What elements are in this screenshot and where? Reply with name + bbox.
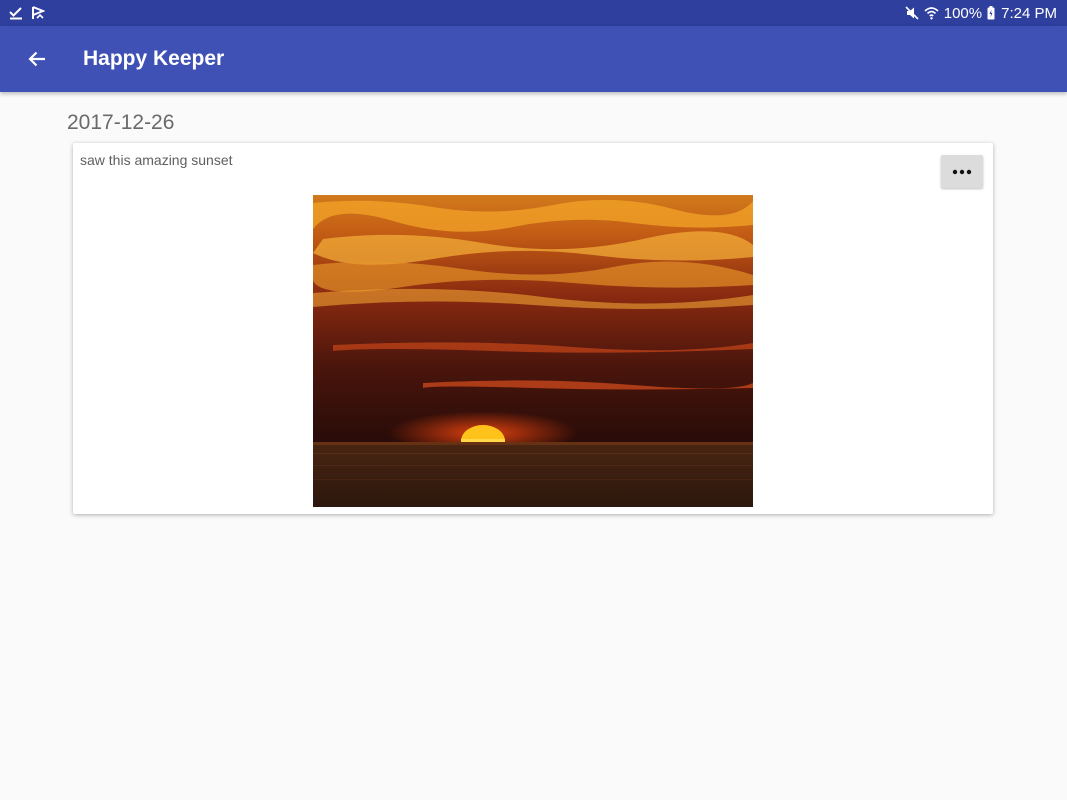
clock: 7:24 PM [1001, 4, 1057, 22]
page-title: Happy Keeper [83, 47, 225, 70]
arrow-left-icon [28, 51, 45, 67]
entry-card: saw this amazing sunset [73, 143, 993, 514]
more-horizontal-icon [952, 169, 972, 174]
battery-percent: 100% [943, 4, 983, 22]
check-icon [9, 7, 22, 20]
app-bar: Happy Keeper [0, 26, 1067, 92]
status-bar: 100% 7:24 PM [0, 0, 1067, 26]
entry-text: saw this amazing sunset [80, 152, 233, 168]
flag-icon [32, 6, 45, 19]
battery-icon [987, 6, 995, 20]
more-options-button[interactable] [941, 155, 983, 188]
status-left [9, 6, 53, 20]
mute-icon [905, 6, 919, 20]
status-right: 100% 7:24 PM [900, 5, 1057, 22]
back-button[interactable] [17, 39, 57, 79]
entry-date: 2017-12-26 [67, 111, 175, 134]
sunset-photo[interactable] [313, 195, 753, 507]
wifi-icon [924, 7, 939, 20]
